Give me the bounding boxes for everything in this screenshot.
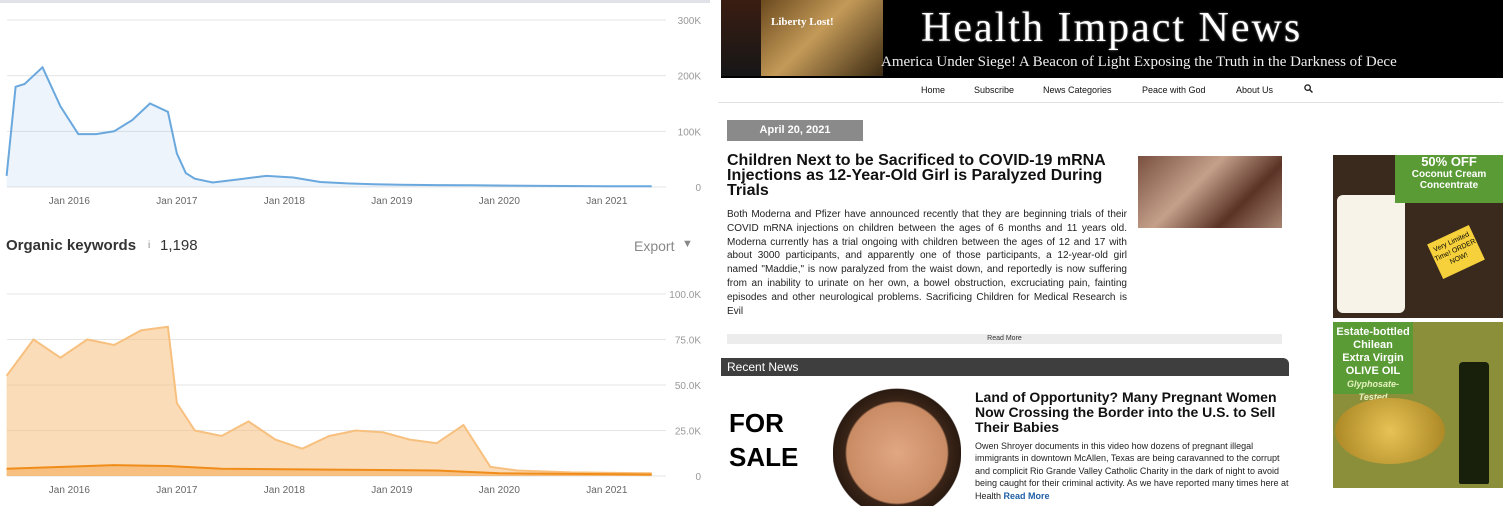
read-more-button[interactable]: Read More — [727, 334, 1282, 344]
ad-product-line2: Concentrate — [1419, 180, 1479, 191]
keywords-y-tick: 0 — [695, 472, 701, 483]
traffic-y-tick: 300K — [678, 16, 702, 27]
article-date: April 20, 2021 — [727, 120, 863, 141]
site-subtitle: America Under Siege! A Beacon of Light E… — [881, 54, 1397, 70]
banner-statue-image — [761, 0, 883, 76]
olive-oil-text: Estate-bottled Chilean Extra Virgin OLIV… — [1333, 322, 1413, 402]
baby-photo — [833, 388, 961, 506]
nav-about-us[interactable]: About Us — [1236, 85, 1273, 95]
chevron-down-icon[interactable]: ▼ — [682, 238, 693, 250]
ad2-line3: Extra Virgin — [1342, 352, 1404, 364]
olive-oil-bottle-image — [1459, 362, 1489, 484]
ad-product-line1: Coconut Cream — [1411, 169, 1487, 180]
traffic-x-tick: Jan 2020 — [479, 196, 521, 207]
info-icon[interactable]: i — [148, 240, 150, 251]
traffic-y-tick: 100K — [678, 127, 702, 138]
keywords-x-tick: Jan 2021 — [586, 485, 628, 496]
nav-subscribe[interactable]: Subscribe — [974, 85, 1014, 95]
olive-oil-ad[interactable]: Estate-bottled Chilean Extra Virgin OLIV… — [1333, 322, 1503, 488]
analytics-panel: 300K 200K 100K 0 Jan 2016 Jan 2017 Jan 2018 Jan… — [0, 0, 710, 506]
keywords-x-tick: Jan 2018 — [264, 485, 306, 496]
coconut-cream-ad[interactable]: 50% OFF Coconut Cream Concentrate Very L… — [1333, 155, 1503, 318]
article-excerpt: Both Moderna and Pfizer have announced r… — [727, 209, 1127, 317]
traffic-y-tick: 200K — [678, 72, 702, 83]
recent-read-more-link[interactable]: Read More — [1004, 491, 1050, 501]
traffic-x-tick: Jan 2016 — [49, 196, 91, 207]
traffic-x-tick: Jan 2019 — [371, 196, 413, 207]
order-now-stamp: Very Limited Time! ORDER NOW! — [1427, 225, 1485, 279]
keywords-x-tick: Jan 2020 — [479, 485, 521, 496]
recent-news-image[interactable]: FOR SALE — [721, 384, 961, 506]
traffic-y-tick: 0 — [695, 183, 701, 194]
ad-discount: 50% OFF — [1421, 155, 1477, 169]
for-sale-text: FOR SALE — [729, 408, 799, 472]
recent-news-header: Recent News — [721, 358, 1289, 376]
coconut-jar-image — [1337, 195, 1405, 313]
keywords-x-tick: Jan 2017 — [156, 485, 198, 496]
keywords-y-tick: 50.0K — [675, 381, 701, 392]
news-site-panel: Liberty Lost! Health Impact News America… — [718, 0, 1503, 506]
main-nav: Home Subscribe News Categories Peace wit… — [718, 80, 1503, 103]
search-icon[interactable] — [1304, 84, 1313, 93]
traffic-x-tick: Jan 2021 — [586, 196, 628, 207]
nav-peace-with-god[interactable]: Peace with God — [1142, 85, 1206, 95]
keywords-series-area — [6, 326, 652, 476]
ad2-line2: Chilean — [1353, 339, 1393, 351]
article-title[interactable]: Children Next to be Sacrificed to COVID-… — [727, 153, 1127, 199]
olive-oil-bowl-image — [1335, 398, 1445, 464]
keywords-x-tick: Jan 2016 — [49, 485, 91, 496]
keywords-x-tick: Jan 2019 — [371, 485, 413, 496]
traffic-x-tick: Jan 2018 — [264, 196, 306, 207]
article-image[interactable] — [1138, 156, 1282, 228]
ad2-line1: Estate-bottled — [1336, 326, 1410, 338]
recent-news-title[interactable]: Land of Opportunity? Many Pregnant Women… — [975, 390, 1285, 435]
ad-headline: 50% OFF Coconut Cream Concentrate — [1395, 155, 1503, 203]
traffic-series-area — [6, 67, 652, 187]
site-title[interactable]: Health Impact News — [921, 4, 1302, 52]
flag-image — [721, 0, 761, 76]
keywords-y-tick: 75.0K — [675, 336, 701, 347]
nav-home[interactable]: Home — [921, 85, 945, 95]
keyword-count: 1,198 — [160, 237, 198, 254]
nav-news-categories[interactable]: News Categories — [1043, 85, 1112, 95]
traffic-chart: 300K 200K 100K 0 Jan 2016 Jan 2017 Jan 2018 Jan… — [5, 16, 702, 207]
traffic-x-tick: Jan 2017 — [156, 196, 198, 207]
keywords-chart: 100.0K 75.0K 50.0K 25.0K 0 Jan 2016 Jan 2017 Ja… — [5, 290, 701, 496]
keywords-y-tick: 100.0K — [669, 290, 701, 301]
ad2-line4: OLIVE OIL — [1345, 365, 1401, 377]
export-button[interactable]: Export — [634, 238, 674, 254]
keywords-y-tick: 25.0K — [675, 427, 701, 438]
organic-keywords-title: Organic keywords — [6, 237, 137, 254]
site-banner[interactable]: Liberty Lost! Health Impact News America… — [721, 0, 1503, 78]
recent-news-excerpt: Owen Shroyer documents in this video how… — [975, 440, 1289, 502]
banner-tag: Liberty Lost! — [771, 16, 834, 28]
